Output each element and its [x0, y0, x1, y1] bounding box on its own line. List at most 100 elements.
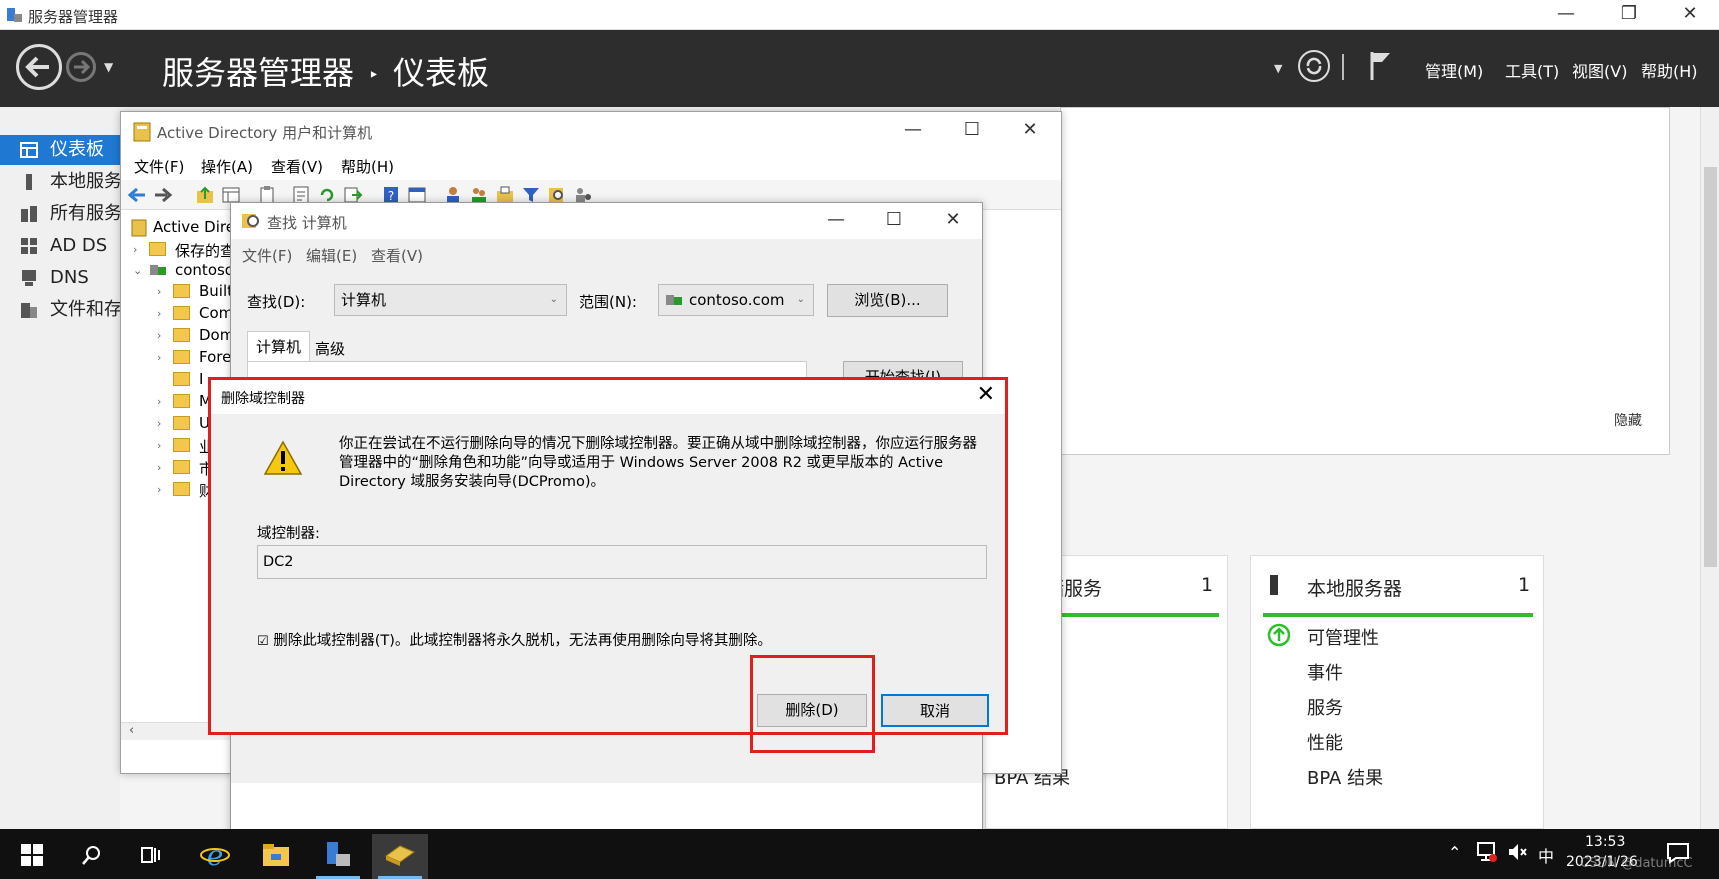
aduc-menu-view[interactable]: 查看(V)	[271, 156, 323, 177]
menu-view[interactable]: 视图(V)	[1572, 58, 1627, 82]
server-manager-header: ▼ 服务器管理器 ‣ 仪表板 ▼ 管理(M) 工具(T) 视图(V) 帮助(H)	[0, 30, 1719, 107]
tile-row-services[interactable]: 服务	[1307, 694, 1343, 720]
aduc-title: Active Directory 用户和计算机	[157, 124, 373, 142]
search-button[interactable]	[63, 834, 119, 879]
up-folder-icon[interactable]	[195, 185, 215, 205]
tile-row-performance[interactable]: 性能	[1307, 729, 1343, 755]
minimize-button[interactable]: —	[1538, 0, 1594, 30]
chevron-right-icon[interactable]: ›	[157, 483, 161, 496]
scroll-left-icon[interactable]: ‹	[129, 723, 134, 738]
chevron-right-icon[interactable]: ›	[157, 285, 161, 298]
server-manager-titlebar: 服务器管理器 — ❐ ✕	[0, 0, 1719, 30]
dialog-close-button[interactable]: ✕	[977, 382, 995, 407]
clock-time[interactable]: 13:53	[1585, 834, 1625, 850]
scrollbar-thumb[interactable]	[1704, 167, 1717, 567]
dashboard-icon	[20, 142, 38, 158]
history-dropdown-icon[interactable]: ▼	[104, 60, 113, 74]
scope-value: contoso.com	[689, 291, 785, 309]
sidebar-item-local-server[interactable]: 本地服务	[0, 167, 120, 197]
find-type-select[interactable]: 计算机 ⌄	[334, 284, 567, 316]
tab-computer[interactable]: 计算机	[247, 331, 311, 361]
sidebar-item-all-servers[interactable]: 所有服务	[0, 199, 120, 229]
dialog-title: 删除域控制器	[221, 391, 305, 407]
tile-row-manageability[interactable]: 可管理性	[1307, 624, 1379, 650]
find-menu-edit[interactable]: 编辑(E)	[306, 245, 357, 266]
vertical-scrollbar[interactable]	[1700, 107, 1719, 829]
chevron-right-icon[interactable]: ›	[157, 351, 161, 364]
aduc-menu-help[interactable]: 帮助(H)	[341, 156, 394, 177]
menu-manage[interactable]: 管理(M)	[1425, 58, 1483, 82]
forward-arrow-icon[interactable]	[153, 185, 173, 205]
hide-link[interactable]: 隐藏	[1614, 410, 1642, 430]
tile-count: 1	[1201, 574, 1214, 596]
notification-center-icon[interactable]	[1666, 842, 1690, 864]
chevron-right-icon[interactable]: ›	[157, 329, 161, 342]
scope-select[interactable]: contoso.com ⌄	[658, 284, 814, 316]
header-divider	[1342, 54, 1344, 80]
aduc-menu-action[interactable]: 操作(A)	[201, 156, 253, 177]
taskbar-server-manager[interactable]	[310, 834, 366, 879]
find-maximize-button[interactable]: ☐	[866, 206, 922, 236]
sidebar-item-dashboard[interactable]: 仪表板	[0, 135, 120, 165]
chevron-right-icon[interactable]: ›	[157, 439, 161, 452]
menu-tools[interactable]: 工具(T)	[1505, 58, 1559, 82]
search-icon	[82, 846, 100, 865]
find-minimize-button[interactable]: —	[808, 206, 864, 236]
refresh-button[interactable]	[1298, 50, 1330, 82]
aduc-close-button[interactable]: ✕	[1002, 116, 1058, 146]
forward-button[interactable]	[66, 52, 96, 82]
taskbar: e ⌃ 中 13:53 2023/1/26 CSDN @datumcC	[0, 829, 1719, 879]
sidebar-item-file-storage[interactable]: 文件和存	[0, 295, 120, 325]
folder-icon	[173, 284, 190, 298]
chevron-right-icon[interactable]: ›	[157, 307, 161, 320]
close-button[interactable]: ✕	[1662, 0, 1718, 30]
sidebar-item-dns[interactable]: DNS	[0, 263, 120, 293]
start-button[interactable]	[3, 834, 59, 879]
tray-overflow-icon[interactable]: ⌃	[1448, 843, 1461, 862]
volume-muted-icon[interactable]	[1506, 841, 1528, 863]
server-manager-icon	[7, 8, 22, 22]
sidebar-item-adds[interactable]: AD DS	[0, 231, 120, 261]
domain-icon	[150, 265, 166, 275]
sidebar-item-label: 文件和存	[50, 299, 120, 320]
tile-count: 1	[1518, 574, 1531, 596]
chevron-right-icon[interactable]: ›	[157, 461, 161, 474]
dc-field: DC2	[257, 545, 987, 579]
aduc-maximize-button[interactable]: ☐	[944, 116, 1000, 146]
sidebar: 仪表板 本地服务 所有服务 AD DS DNS 文件和存	[0, 107, 120, 829]
aduc-menu-file[interactable]: 文件(F)	[134, 156, 184, 177]
aduc-minimize-button[interactable]: —	[885, 116, 941, 146]
taskbar-explorer[interactable]	[248, 834, 304, 879]
cancel-button[interactable]: 取消	[881, 694, 989, 727]
notification-dropdown-icon[interactable]: ▼	[1274, 62, 1282, 75]
tab-advanced[interactable]: 高级	[307, 334, 353, 363]
taskbar-ie[interactable]: e	[186, 834, 242, 879]
browse-button[interactable]: 浏览(B)...	[827, 284, 948, 317]
ime-indicator[interactable]: 中	[1538, 843, 1554, 867]
task-view-button[interactable]	[122, 834, 178, 879]
confirm-checkbox[interactable]: ☑ 删除此域控制器(T)。此域控制器将永久脱机，无法再使用删除向导将其删除。	[257, 629, 772, 650]
chevron-right-icon[interactable]: ›	[157, 395, 161, 408]
chevron-right-icon[interactable]: ›	[133, 243, 137, 256]
find-close-button[interactable]: ✕	[925, 206, 981, 236]
adds-icon	[21, 238, 37, 254]
find-menu-file[interactable]: 文件(F)	[242, 245, 292, 266]
back-arrow-icon[interactable]	[127, 185, 147, 205]
find-type-value: 计算机	[341, 291, 387, 309]
checkbox-checked-icon[interactable]: ☑	[257, 634, 269, 649]
tile-local-server[interactable]: 本地服务器 1 可管理性 事件 服务 性能 BPA 结果	[1250, 555, 1544, 829]
taskbar-aduc[interactable]	[372, 834, 428, 879]
tile-row-bpa[interactable]: BPA 结果	[1307, 764, 1383, 790]
file-storage-icon	[21, 303, 37, 318]
status-up-icon	[1267, 623, 1291, 647]
chevron-down-icon[interactable]: ⌄	[133, 264, 142, 277]
flag-icon[interactable]	[1368, 50, 1394, 82]
menu-help[interactable]: 帮助(H)	[1641, 58, 1698, 82]
chevron-right-icon[interactable]: ›	[157, 417, 161, 430]
find-menu-view[interactable]: 查看(V)	[371, 245, 423, 266]
arrow-right-icon	[74, 59, 91, 75]
back-button[interactable]	[16, 44, 62, 90]
restore-button[interactable]: ❐	[1601, 0, 1657, 30]
network-icon[interactable]	[1474, 841, 1498, 863]
tile-row-events[interactable]: 事件	[1307, 659, 1343, 685]
